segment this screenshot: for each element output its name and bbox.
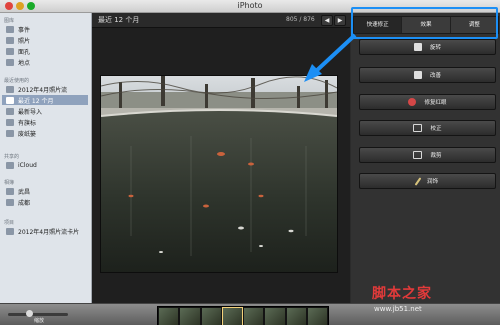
photo-counter: 805 / 876	[286, 16, 315, 23]
filmstrip-thumbnail[interactable]	[201, 308, 221, 325]
filmstrip-thumbnail[interactable]	[221, 307, 244, 325]
album-icon	[6, 187, 14, 195]
sidebar: 图库 事件 照片 面孔 地点 最近使用的 2012年4月照片流 最近 12 个月	[0, 13, 92, 303]
straighten-label: 校正	[430, 126, 442, 132]
sidebar-item-label: 武昌	[18, 188, 31, 196]
red-eye-icon	[408, 98, 417, 106]
photos-icon	[6, 36, 14, 44]
filmstrip-thumbnail[interactable]	[159, 308, 179, 325]
sidebar-item-photos[interactable]: 照片	[2, 35, 88, 45]
sidebar-item-photostream-card[interactable]: 2012年4月照片流卡片	[2, 226, 88, 236]
rotate-label: 旋转	[429, 45, 441, 51]
magic-wand-icon	[413, 71, 422, 79]
rotate-icon	[413, 43, 422, 51]
sidebar-item-label: 有旗标	[18, 119, 37, 127]
icloud-icon	[6, 161, 14, 169]
watermark-url: www.jb51.net	[374, 305, 422, 313]
tabs-highlight-annotation	[351, 7, 498, 39]
sidebar-item-icloud[interactable]: iCloud	[2, 160, 88, 170]
zoom-label: 缩放	[34, 318, 45, 324]
iphoto-window: iPhoto 图库 事件 照片 面孔 地点 最近使用的 2012年4月照片流 最…	[0, 0, 500, 325]
section-recent: 最近使用的	[4, 78, 30, 84]
viewer-toolbar: 最近 12 个月 805 / 876 ◀ ▶	[92, 13, 350, 28]
sidebar-item-last-import[interactable]: 最新导入	[2, 106, 88, 116]
sidebar-item-last-12-months[interactable]: 最近 12 个月	[2, 95, 88, 105]
sidebar-item-label: 照片	[18, 37, 31, 45]
filmstrip-thumbnail[interactable]	[307, 308, 327, 325]
trash-icon	[6, 129, 14, 137]
red-eye-label: 修复红眼	[424, 100, 447, 106]
straighten-icon	[413, 124, 423, 132]
event-title[interactable]: 最近 12 个月	[98, 15, 139, 25]
filmstrip-thumbnail[interactable]	[265, 308, 285, 325]
straighten-button[interactable]: 校正	[359, 120, 496, 136]
import-icon	[6, 107, 14, 115]
sidebar-item-label: 最近 12 个月	[18, 97, 54, 105]
sidebar-item-label: 2012年4月照片流卡片	[18, 228, 80, 236]
enhance-label: 改善	[429, 73, 441, 79]
filmstrip-thumbnail[interactable]	[244, 308, 264, 325]
sidebar-item-label: 面孔	[18, 48, 31, 56]
previous-photo-button[interactable]: ◀	[321, 15, 333, 26]
retouch-label: 润饰	[426, 179, 438, 185]
album-icon	[6, 198, 14, 206]
section-projects: 项目	[4, 220, 15, 226]
section-shared: 共享的	[4, 154, 20, 160]
fix-red-eye-button[interactable]: 修复红眼	[359, 94, 496, 110]
card-icon	[6, 227, 14, 235]
filmstrip	[157, 306, 329, 325]
sidebar-item-flagged[interactable]: 有旗标	[2, 117, 88, 127]
sidebar-item-chengdu[interactable]: 成都	[2, 197, 88, 207]
sidebar-item-wuchang[interactable]: 武昌	[2, 186, 88, 196]
sidebar-item-label: 成都	[18, 199, 31, 207]
pond-photo	[101, 76, 337, 272]
section-albums: 相簿	[4, 180, 15, 186]
section-library: 图库	[4, 18, 15, 24]
zoom-slider-knob[interactable]	[26, 310, 33, 317]
zoom-slider[interactable]	[8, 313, 68, 316]
retouch-button[interactable]: 润饰	[359, 173, 496, 189]
sidebar-item-label: 地点	[18, 59, 31, 67]
calendar-icon	[6, 96, 14, 104]
sidebar-item-trash[interactable]: 废纸篓	[2, 128, 88, 138]
annotation-arrow	[304, 33, 357, 82]
photostream-icon	[6, 85, 14, 93]
filmstrip-thumbnail[interactable]	[286, 308, 306, 325]
sidebar-item-places[interactable]: 地点	[2, 57, 88, 67]
photo-image[interactable]	[100, 75, 338, 273]
places-icon	[6, 58, 14, 66]
crop-button[interactable]: 裁剪	[359, 147, 496, 163]
crop-label: 裁剪	[430, 153, 442, 159]
sidebar-item-label: 2012年4月照片流	[18, 86, 68, 94]
events-icon	[6, 25, 14, 33]
adjust-panel: 快速修正 效果 调整 旋转 改善 修复红眼 校正 裁剪 润饰	[351, 13, 500, 303]
watermark-text: 脚本之家	[372, 286, 432, 302]
sidebar-item-label: 废纸篓	[18, 130, 37, 138]
flag-icon	[6, 118, 14, 126]
sidebar-item-photostream[interactable]: 2012年4月照片流	[2, 84, 88, 94]
watermark: 脚本之家 www.jb51.net	[372, 283, 494, 323]
sidebar-item-faces[interactable]: 面孔	[2, 46, 88, 56]
crop-icon	[413, 151, 423, 159]
sidebar-item-label: iCloud	[18, 161, 37, 169]
sidebar-item-label: 事件	[18, 26, 31, 34]
brush-icon	[414, 176, 422, 186]
filmstrip-thumbnail[interactable]	[180, 308, 200, 325]
rotate-button[interactable]: 旋转	[359, 39, 496, 55]
next-photo-button[interactable]: ▶	[334, 15, 346, 26]
sidebar-item-label: 最新导入	[18, 108, 43, 116]
enhance-button[interactable]: 改善	[359, 67, 496, 83]
faces-icon	[6, 47, 14, 55]
sidebar-item-events[interactable]: 事件	[2, 24, 88, 34]
